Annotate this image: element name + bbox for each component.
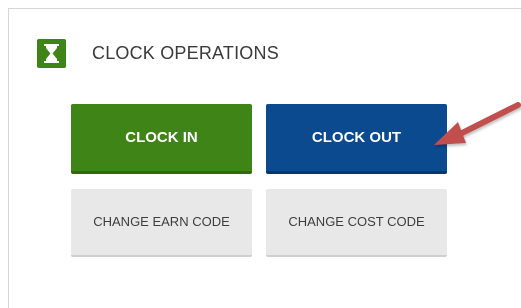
panel-title: CLOCK OPERATIONS — [92, 43, 279, 63]
arrow-pointer-icon — [432, 97, 521, 160]
clock-in-button[interactable]: CLOCK IN — [71, 104, 252, 174]
panel-header: CLOCK OPERATIONS — [37, 39, 279, 68]
change-earn-code-button[interactable]: CHANGE EARN CODE — [71, 189, 252, 257]
clock-out-button[interactable]: CLOCK OUT — [266, 104, 447, 174]
change-cost-code-button[interactable]: CHANGE COST CODE — [266, 189, 447, 257]
hourglass-icon — [37, 39, 66, 68]
